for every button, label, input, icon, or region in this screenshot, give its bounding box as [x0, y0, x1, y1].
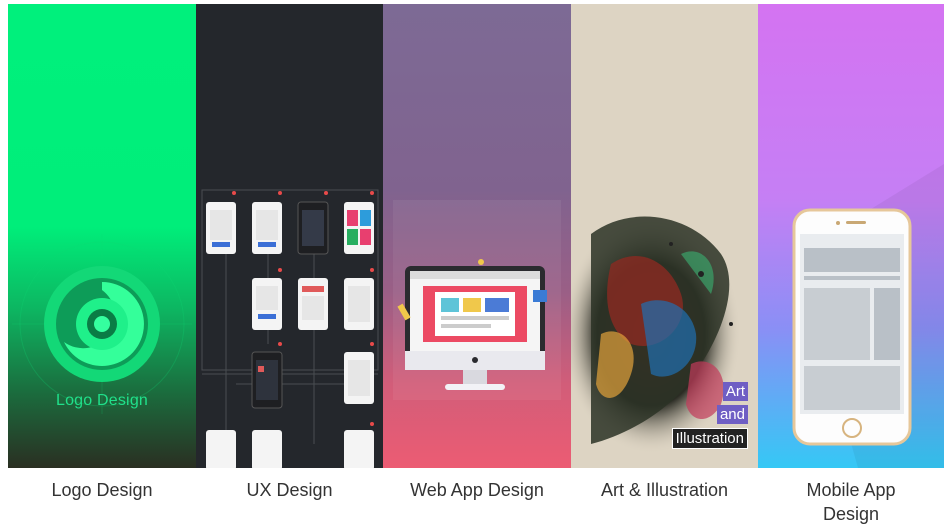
wireframe-phones — [201, 189, 379, 468]
logo-design-overlay-text: Logo Design — [55, 392, 149, 409]
panel-ux-design — [196, 4, 383, 468]
monitor-icon — [393, 200, 561, 400]
caption-logo-design: Logo Design — [51, 480, 153, 500]
panel-mobile-app-design — [758, 4, 944, 468]
caption-art-illustration: Art & Illustration — [600, 480, 729, 500]
caption-mobile-line-2: Design — [822, 504, 880, 524]
panel-art-illustration: Art and Illustration — [571, 4, 758, 468]
smartphone-icon — [792, 164, 944, 468]
services-banner: Logo Design Art and Illustration — [8, 4, 944, 468]
art-overlay-tags: Art and Illustration — [671, 382, 748, 449]
caption-web-app-design: Web App Design — [410, 480, 544, 500]
art-tag-line-2: and — [716, 405, 748, 424]
art-tag-line-1: Art — [722, 382, 748, 401]
caption-ux-design: UX Design — [246, 480, 333, 500]
caption-row: Logo Design UX Design Web App Design Art… — [8, 478, 944, 526]
caption-mobile-line-1: Mobile App — [806, 480, 896, 500]
caption-mobile-app-design: Mobile App Design — [758, 478, 944, 526]
panel-logo-design: Logo Design — [8, 4, 196, 468]
panel-web-app-design — [383, 4, 571, 468]
art-tag-line-3: Illustration — [671, 428, 748, 449]
